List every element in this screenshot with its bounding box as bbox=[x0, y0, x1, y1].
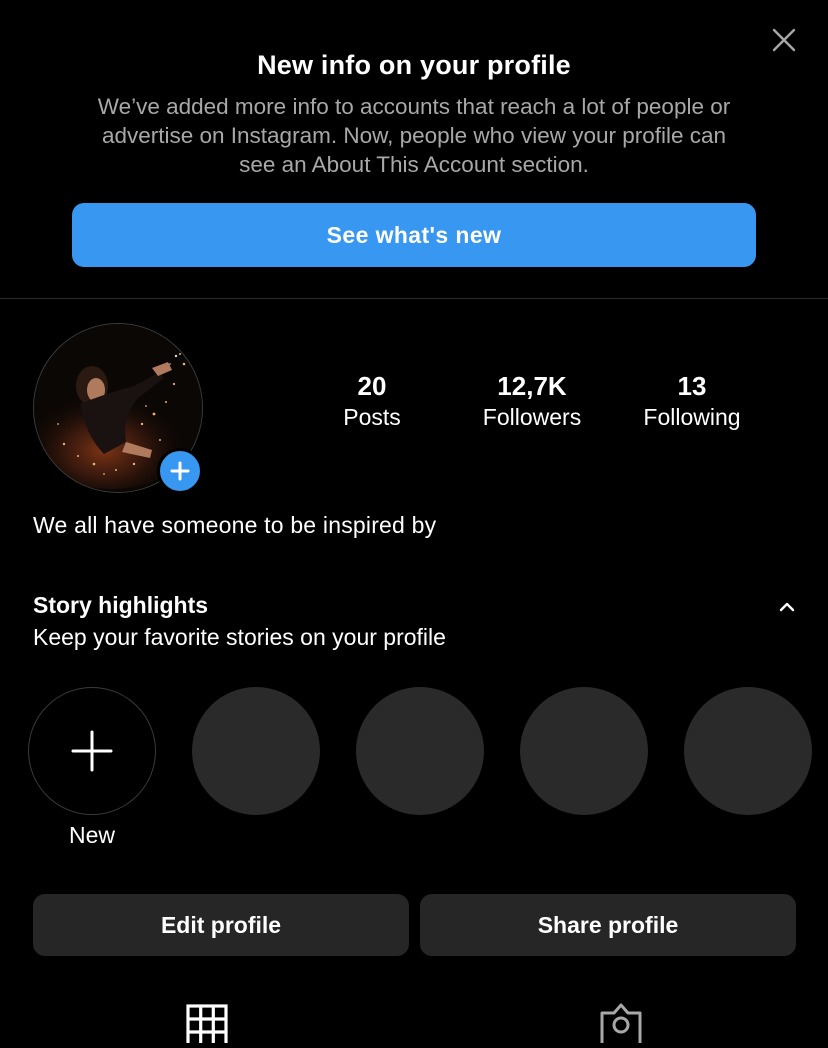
chevron-up-icon bbox=[779, 602, 795, 612]
banner-description: We’ve added more info to accounts that r… bbox=[97, 94, 731, 177]
plus-icon bbox=[71, 730, 113, 772]
story-highlights-title: Story highlights bbox=[33, 592, 209, 618]
new-info-banner: New info on your profile We’ve added mor… bbox=[0, 0, 828, 299]
followers-label: Followers bbox=[482, 404, 582, 430]
plus-icon bbox=[170, 461, 190, 481]
add-story-button[interactable] bbox=[157, 448, 203, 494]
tab-posts-grid[interactable] bbox=[184, 1003, 230, 1048]
new-highlight-button[interactable] bbox=[28, 687, 156, 815]
story-highlights-subtitle: Keep your favorite stories on your profi… bbox=[33, 624, 446, 650]
profile-bio: We all have someone to be inspired by bbox=[33, 512, 437, 538]
see-whats-new-button[interactable]: See what's new bbox=[72, 203, 756, 267]
highlight-placeholder[interactable] bbox=[684, 687, 812, 815]
following-stat[interactable]: 13 Following bbox=[612, 370, 772, 432]
highlight-placeholder[interactable] bbox=[192, 687, 320, 815]
grid-icon bbox=[186, 1004, 228, 1048]
followers-count: 12,7K bbox=[497, 371, 567, 401]
edit-profile-button[interactable]: Edit profile bbox=[33, 894, 409, 956]
collapse-highlights-button[interactable] bbox=[772, 592, 802, 620]
posts-stat[interactable]: 20 Posts bbox=[292, 370, 452, 432]
banner-title: New info on your profile bbox=[257, 50, 571, 80]
posts-label: Posts bbox=[343, 404, 401, 430]
highlight-placeholder[interactable] bbox=[520, 687, 648, 815]
posts-count: 20 bbox=[357, 371, 387, 401]
following-count: 13 bbox=[677, 371, 707, 401]
share-profile-button[interactable]: Share profile bbox=[420, 894, 796, 956]
following-label: Following bbox=[643, 404, 741, 430]
new-highlight-label: New bbox=[68, 822, 115, 848]
highlight-placeholder[interactable] bbox=[356, 687, 484, 815]
followers-stat[interactable]: 12,7K Followers bbox=[452, 370, 612, 432]
